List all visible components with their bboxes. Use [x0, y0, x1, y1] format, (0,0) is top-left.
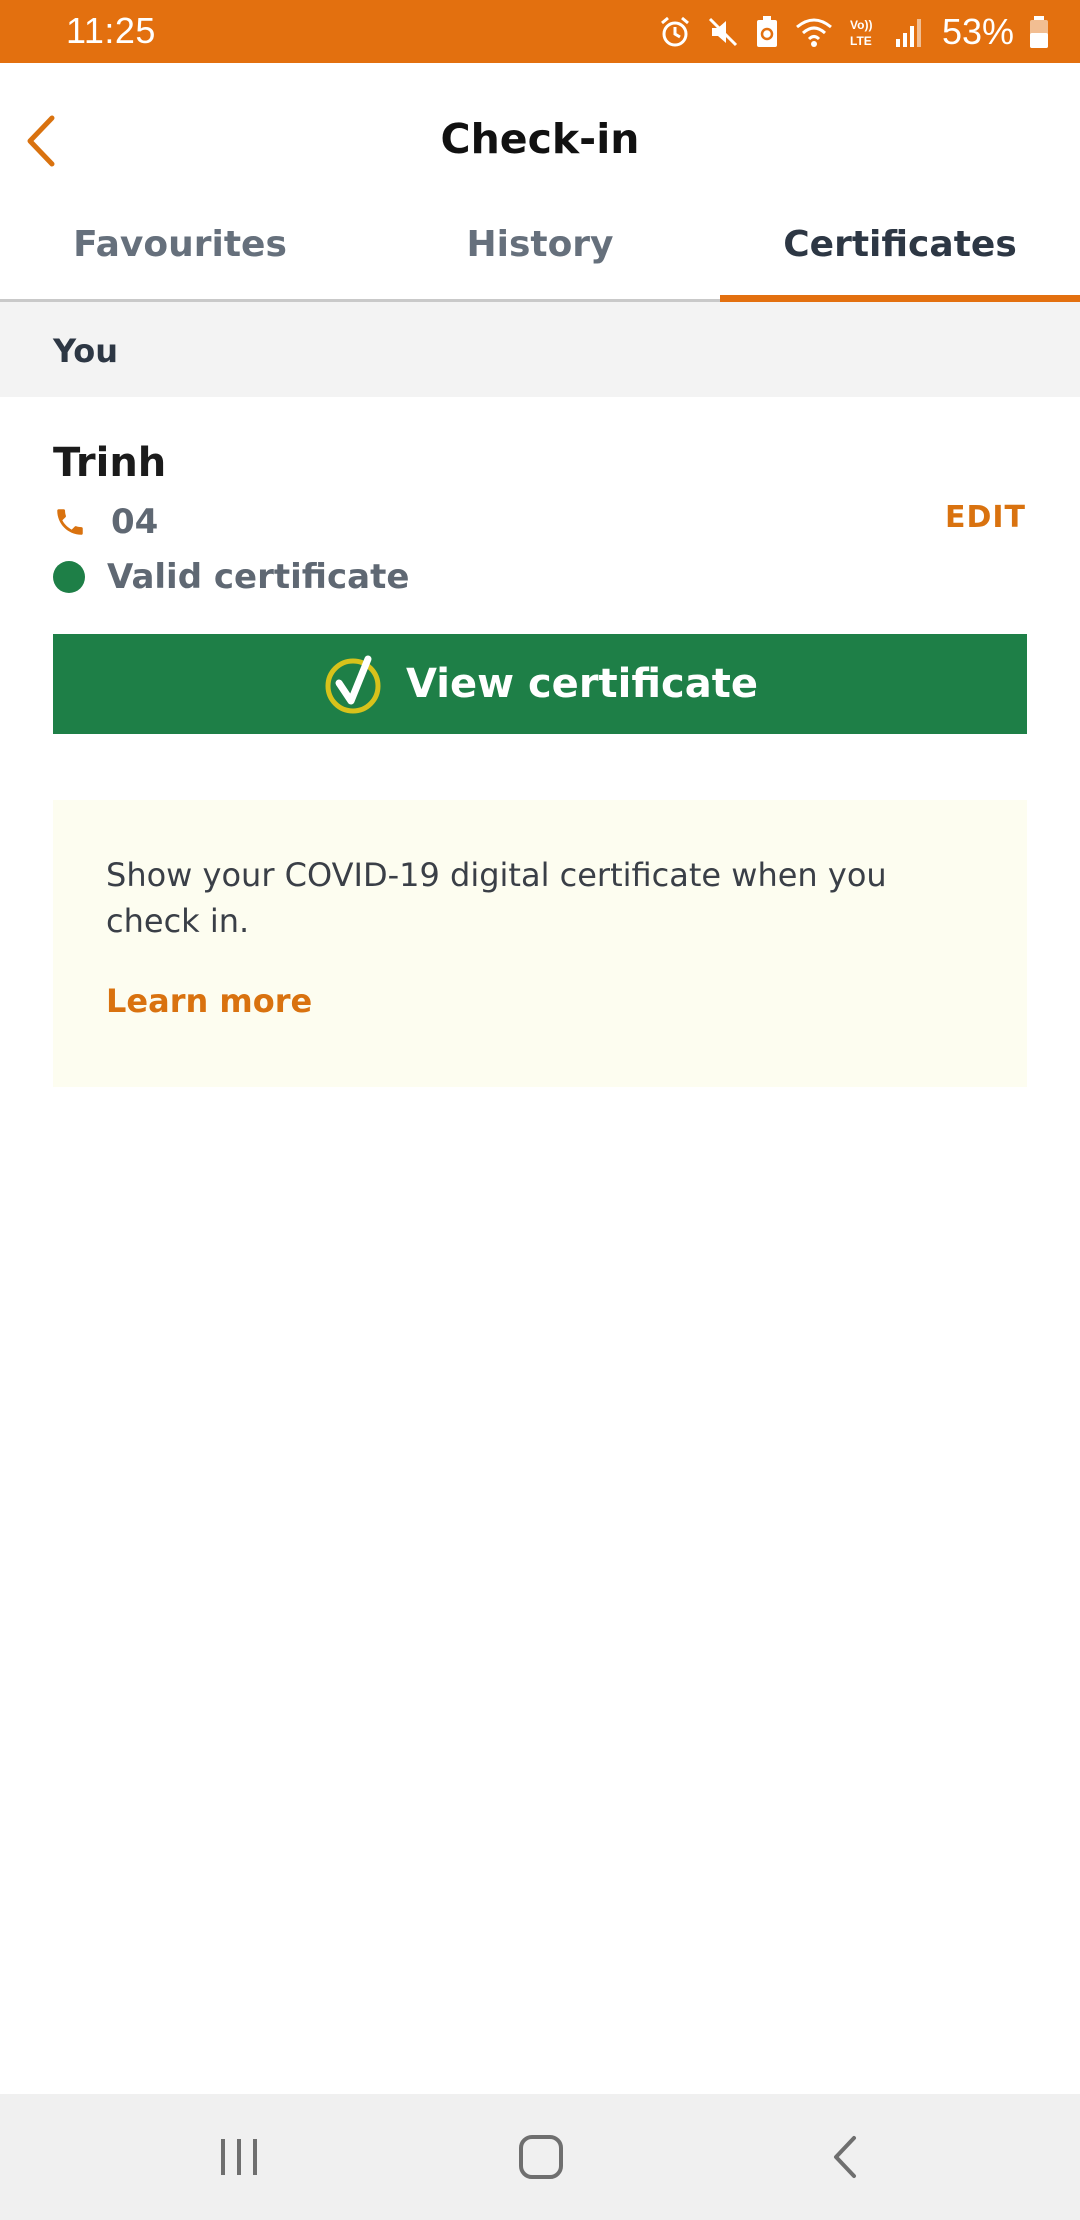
phone-number: 04 [111, 502, 159, 542]
learn-more-link[interactable]: Learn more [106, 982, 312, 1020]
person-name: Trinh [53, 440, 167, 486]
svg-text:Vo)): Vo)) [850, 18, 872, 32]
wifi-icon [795, 18, 832, 47]
info-text: Show your COVID-19 digital certificate w… [106, 856, 887, 940]
recents-icon [221, 2139, 257, 2175]
phone-row: 04 [53, 500, 158, 544]
tab-history[interactable]: History [360, 210, 720, 299]
recents-button[interactable] [194, 2120, 284, 2194]
back-icon [834, 2136, 856, 2178]
mute-icon [708, 17, 737, 47]
battery-percentage: 53% [941, 11, 1014, 52]
tab-bar: Favourites History Certificates [0, 210, 1080, 302]
check-circle-icon [325, 655, 381, 714]
page-title: Check-in [440, 115, 640, 163]
status-bar: 11:25 Vo)) LTE 53% [0, 0, 1080, 63]
info-box: Show your COVID-19 digital certificate w… [53, 800, 1027, 1087]
section-title: You [53, 332, 118, 370]
certificate-status: Valid certificate [107, 557, 410, 597]
tab-favourites[interactable]: Favourites [0, 210, 360, 299]
battery-saver-icon [756, 16, 777, 47]
section-header: You [0, 302, 1080, 397]
volte-icon: Vo)) LTE [850, 18, 872, 48]
certificate-status-row: Valid certificate [53, 555, 409, 599]
app-header: Check-in [0, 63, 1080, 213]
tab-certificates[interactable]: Certificates [720, 210, 1080, 302]
status-icons: Vo)) LTE 53% [658, 10, 1050, 54]
signal-icon [895, 19, 921, 47]
system-nav-bar [0, 2094, 1080, 2220]
view-certificate-label: View certificate [406, 661, 758, 707]
edit-button[interactable]: EDIT [945, 500, 1026, 535]
nav-back-button[interactable] [800, 2120, 890, 2194]
home-icon [519, 2135, 563, 2179]
view-certificate-button[interactable]: View certificate [53, 634, 1027, 734]
svg-text:LTE: LTE [850, 34, 872, 48]
status-dot-icon [53, 561, 85, 593]
phone-icon [57, 509, 83, 535]
battery-icon [1030, 16, 1048, 48]
home-button[interactable] [496, 2120, 586, 2194]
alarm-icon [660, 16, 689, 47]
status-time: 11:25 [66, 10, 156, 51]
